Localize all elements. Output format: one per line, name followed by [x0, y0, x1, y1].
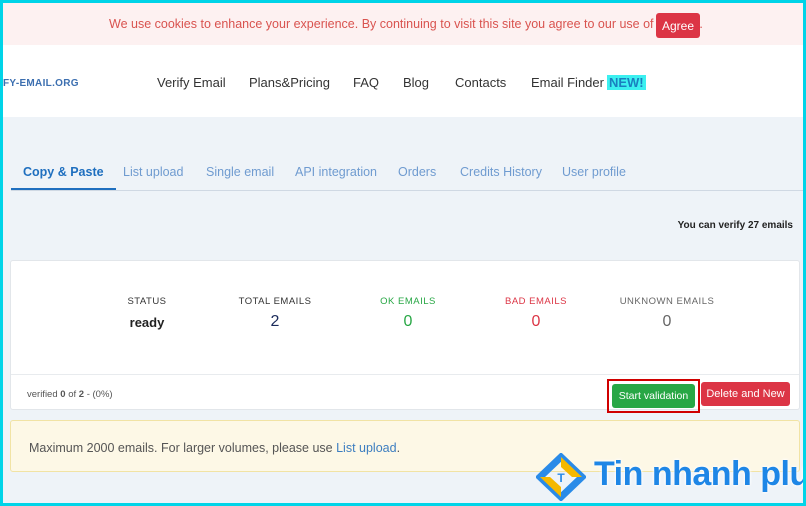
- progress-suffix: - (0%): [86, 389, 113, 400]
- tab-user-profile[interactable]: User profile: [562, 165, 626, 179]
- tab-api-integration[interactable]: API integration: [295, 165, 377, 179]
- watermark: T Tin nhanh plus: [534, 452, 803, 502]
- nav-verify-email[interactable]: Verify Email: [157, 75, 226, 90]
- watermark-text: Tin nhanh plus: [594, 455, 803, 493]
- stat-ok: OK EMAILS 0: [373, 296, 443, 331]
- list-upload-link[interactable]: List upload: [336, 441, 396, 455]
- card-footer: verified 0 of 2 - (0%) Start validation …: [11, 374, 799, 413]
- stat-status-value: ready: [129, 315, 165, 330]
- stat-bad: BAD EMAILS 0: [501, 296, 571, 331]
- verify-count: You can verify 27 emails: [677, 220, 793, 231]
- cookie-banner: We use cookies to enhance your experienc…: [3, 3, 803, 45]
- notice-message: Maximum 2000 emails. For larger volumes,…: [29, 441, 333, 455]
- stat-total-label: TOTAL EMAILS: [238, 296, 312, 307]
- stat-status: STATUS ready: [123, 296, 171, 330]
- tab-single-email[interactable]: Single email: [206, 165, 274, 179]
- nav-blog[interactable]: Blog: [403, 75, 429, 90]
- browser-viewport: We use cookies to enhance your experienc…: [3, 3, 803, 503]
- site-header: FY-EMAIL.ORG Verify Email Plans&Pricing …: [3, 45, 803, 117]
- progress-of: of: [68, 389, 77, 400]
- notice-text: Maximum 2000 emails. For larger volumes,…: [29, 441, 400, 455]
- notice-end: .: [396, 441, 401, 455]
- stat-unknown: UNKNOWN EMAILS 0: [617, 296, 717, 331]
- delete-and-new-button[interactable]: Delete and New: [701, 382, 790, 406]
- tab-list-upload[interactable]: List upload: [123, 165, 183, 179]
- watermark-logo-icon: T: [534, 452, 588, 502]
- cookie-message: We use cookies to enhance your experienc…: [109, 17, 703, 31]
- nav-email-finder-label: Email Finder: [531, 75, 604, 90]
- start-validation-button[interactable]: Start validation: [612, 384, 695, 408]
- stat-bad-value: 0: [531, 313, 541, 330]
- stat-status-label: STATUS: [127, 296, 167, 307]
- agree-button[interactable]: Agree: [656, 13, 700, 38]
- start-validation-highlight: Start validation: [607, 379, 700, 413]
- tab-orders[interactable]: Orders: [398, 165, 436, 179]
- new-badge: NEW!: [606, 75, 646, 90]
- stat-total-value: 2: [270, 313, 280, 330]
- stat-ok-value: 0: [403, 313, 413, 330]
- tab-bar: Copy & Paste List upload Single email AP…: [11, 159, 803, 191]
- tab-copy-paste[interactable]: Copy & Paste: [11, 165, 116, 190]
- nav-email-finder[interactable]: Email Finder NEW!: [531, 75, 646, 90]
- svg-text:T: T: [557, 471, 565, 485]
- site-logo[interactable]: FY-EMAIL.ORG: [3, 78, 79, 89]
- stat-unknown-value: 0: [662, 313, 672, 330]
- stat-total: TOTAL EMAILS 2: [235, 296, 315, 331]
- stats-card: STATUS ready TOTAL EMAILS 2 OK EMAILS 0 …: [10, 260, 800, 413]
- progress-done: 0: [60, 389, 66, 400]
- progress-total: 2: [78, 389, 85, 400]
- progress-text: verified 0 of 2 - (0%): [27, 389, 113, 400]
- nav-faq[interactable]: FAQ: [353, 75, 379, 90]
- tab-credits-history[interactable]: Credits History: [460, 165, 542, 179]
- progress-prefix: verified: [27, 389, 58, 400]
- nav-contacts[interactable]: Contacts: [455, 75, 506, 90]
- stat-bad-label: BAD EMAILS: [504, 296, 568, 307]
- stat-ok-label: OK EMAILS: [380, 296, 436, 307]
- stat-unknown-label: UNKNOWN EMAILS: [619, 296, 715, 307]
- nav-plans-pricing[interactable]: Plans&Pricing: [249, 75, 330, 90]
